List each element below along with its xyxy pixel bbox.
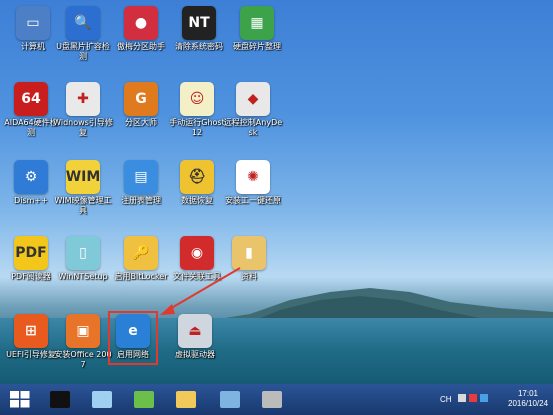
icon-label: WIM映像管理工具 [54, 196, 112, 215]
icon-label: 清除系统密码 [175, 42, 223, 51]
file-associate-icon: ◉ [180, 236, 214, 270]
icon-disk-defrag[interactable]: ▦ 硬盘碎片整理 [226, 6, 288, 52]
icon-bitlocker[interactable]: 🔑 启用BitLocker [110, 236, 172, 282]
icon-label: 分区大师 [125, 118, 157, 127]
one-key-restore-icon: ✺ [236, 160, 270, 194]
ime-indicator[interactable]: CH [440, 395, 452, 405]
taskbar-cmd-icon [50, 391, 70, 408]
icon-label: 远程控制AnyDesk [223, 118, 283, 137]
aida64-icon: 64 [14, 82, 48, 116]
diskgenius-icon: G [124, 82, 158, 116]
icon-label: 数据恢复 [181, 196, 213, 205]
clock-time: 17:01 [517, 389, 539, 398]
icon-anydesk[interactable]: ◆ 远程控制AnyDesk [222, 82, 284, 138]
icon-clear-password[interactable]: NT 清除系统密码 [168, 6, 230, 52]
documents-icon: ▮ [232, 236, 266, 270]
partition-assistant-icon: ● [124, 6, 158, 40]
icon-label: 启用BitLocker [114, 272, 168, 281]
pdf-reader-icon: PDF [14, 236, 48, 270]
clear-password-icon: NT [182, 6, 216, 40]
highlight-box [108, 311, 158, 365]
taskbar-cmd[interactable] [46, 387, 74, 412]
dism-icon: ⚙ [14, 160, 48, 194]
taskbar: CH 17:01 2016/10/24 [0, 384, 553, 415]
start-button[interactable] [6, 387, 34, 412]
taskbar-monitor-icon [220, 391, 240, 408]
windows-repair-icon: ✚ [66, 82, 100, 116]
clock-date: 2016/10/24 [508, 399, 549, 408]
icon-label: 傲梅分区助手 [117, 42, 165, 51]
icon-udisk-detect[interactable]: 🔍 U盘黑片扩容检测 [52, 6, 114, 62]
install-office-icon: ▣ [66, 314, 100, 348]
taskbar-tool[interactable] [130, 387, 158, 412]
taskbar-notepad-icon [92, 391, 112, 408]
icon-registry[interactable]: ▤ 注册表管理 [110, 160, 172, 206]
tray-icons[interactable] [458, 394, 488, 405]
icon-diskgenius[interactable]: G 分区大师 [110, 82, 172, 128]
computer-icon: ▭ [16, 6, 50, 40]
data-recovery-icon: ⛑ [180, 160, 214, 194]
virtual-drive-icon: ⏏ [178, 314, 212, 348]
icon-label: 硬盘碎片整理 [233, 42, 281, 51]
icon-label: Widnows引导修复 [53, 118, 113, 137]
taskbar-explorer-icon [176, 391, 196, 408]
icon-winntsetup[interactable]: ▯ WinNTSetup [52, 236, 114, 282]
taskbar-notepad[interactable] [88, 387, 116, 412]
icon-data-recovery[interactable]: ⛑ 数据恢复 [166, 160, 228, 206]
taskbar-explorer[interactable] [172, 387, 200, 412]
icon-label: 虚拟驱动器 [175, 350, 215, 359]
start-button-icon [10, 391, 30, 408]
icon-label: 注册表管理 [121, 196, 161, 205]
icon-one-key-restore[interactable]: ✺ 安装工一键还原 [222, 160, 284, 206]
icon-label: 安装工一键还原 [225, 196, 281, 205]
disk-defrag-icon: ▦ [240, 6, 274, 40]
winntsetup-icon: ▯ [66, 236, 100, 270]
icon-label: WinNTSetup [58, 272, 108, 281]
icon-ghost[interactable]: ☺ 手动运行Ghost12 [166, 82, 228, 138]
desktop: ▭ 计算机 🔍 U盘黑片扩容检测 ● 傲梅分区助手 NT 清除系统密码 ▦ 硬盘碎片整理 64 AID… [0, 0, 553, 384]
wim-manager-icon: WIM [66, 160, 100, 194]
icon-windows-repair[interactable]: ✚ Widnows引导修复 [52, 82, 114, 138]
taskbar-chip-icon [262, 391, 282, 408]
icon-partition-assistant[interactable]: ● 傲梅分区助手 [110, 6, 172, 52]
icon-label: 手动运行Ghost12 [169, 118, 225, 137]
icon-virtual-drive[interactable]: ⏏ 虚拟驱动器 [164, 314, 226, 360]
registry-icon: ▤ [124, 160, 158, 194]
taskbar-chip[interactable] [258, 387, 286, 412]
icon-label: 资料 [241, 272, 257, 281]
icon-documents[interactable]: ▮ 资料 [218, 236, 280, 282]
uefi-repair-icon: ⊞ [14, 314, 48, 348]
clock[interactable]: 17:01 2016/10/24 [508, 389, 548, 409]
ghost-icon: ☺ [180, 82, 214, 116]
taskbar-monitor[interactable] [216, 387, 244, 412]
icon-wim-manager[interactable]: WIM WIM映像管理工具 [52, 160, 114, 216]
udisk-detect-icon: 🔍 [66, 6, 100, 40]
anydesk-icon: ◆ [236, 82, 270, 116]
icon-label: U盘黑片扩容检测 [56, 42, 110, 61]
bitlocker-icon: 🔑 [124, 236, 158, 270]
taskbar-tool-icon [134, 391, 154, 408]
